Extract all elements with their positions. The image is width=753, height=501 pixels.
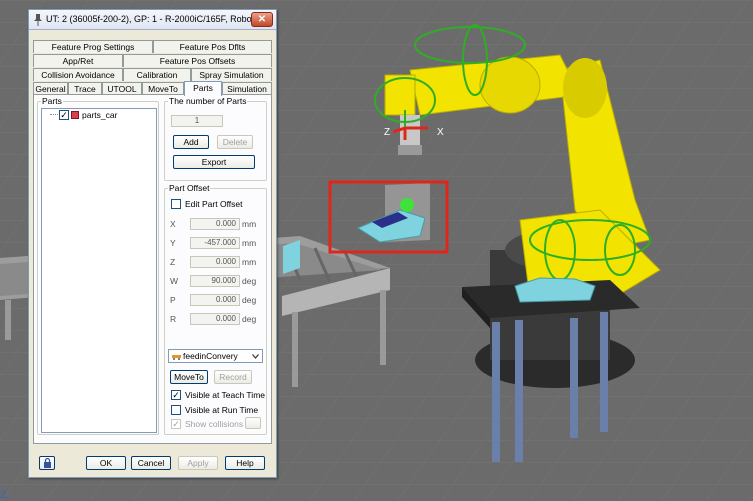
tab-spray-simulation[interactable]: Spray Simulation: [191, 68, 272, 81]
visible-teach-checkbox[interactable]: ✓: [171, 390, 181, 400]
offset-w-unit: deg: [242, 276, 257, 286]
conveyor-icon: [172, 355, 181, 360]
show-collisions-checkbox[interactable]: ✓: [171, 419, 181, 429]
axis-x-label: X: [170, 219, 176, 229]
edit-part-offset-checkbox[interactable]: [171, 199, 181, 209]
axis-r-label: R: [170, 314, 177, 324]
offset-p-field[interactable]: 0.000: [190, 294, 240, 306]
tab-row-1: Feature Prog Settings Feature Pos Dflts: [33, 40, 272, 53]
moveto-target-dropdown[interactable]: feedinConvery: [168, 349, 263, 363]
triad-x-label: X: [437, 127, 444, 138]
visible-run-checkbox[interactable]: [171, 405, 181, 415]
ok-button[interactable]: OK: [86, 456, 126, 470]
tree-item-parts-car[interactable]: parts_car: [82, 110, 117, 120]
tab-app-ret[interactable]: App/Ret: [33, 54, 123, 67]
triad-z-label: Z: [384, 127, 390, 138]
tab-feature-prog-settings[interactable]: Feature Prog Settings: [33, 40, 153, 53]
axis-p-label: P: [170, 295, 176, 305]
close-button[interactable]: ✕: [251, 12, 273, 27]
offset-w-field[interactable]: 90.000: [190, 275, 240, 287]
collisions-color-button[interactable]: [245, 417, 261, 429]
show-collisions-label: Show collisions: [185, 419, 244, 429]
parts-group-label: Parts: [41, 96, 63, 106]
axis-w-label: W: [170, 276, 179, 286]
number-of-parts-label: The number of Parts: [168, 96, 248, 106]
offset-y-unit: mm: [242, 238, 257, 248]
visible-teach-label: Visible at Teach Time: [185, 390, 266, 400]
parts-tree[interactable]: ✓ parts_car: [41, 108, 157, 433]
window-title: UT: 2 (36005f-200-2), GP: 1 - R-2000iC/1…: [46, 14, 260, 24]
tab-collision-avoidance[interactable]: Collision Avoidance: [33, 68, 123, 81]
help-button[interactable]: Help: [225, 456, 265, 470]
tab-row-3: Collision Avoidance Calibration Spray Si…: [33, 68, 272, 81]
close-icon: ✕: [257, 14, 267, 25]
offset-z-field[interactable]: 0.000: [190, 256, 240, 268]
offset-x-field[interactable]: 0.000: [190, 218, 240, 230]
chevron-down-icon: [252, 354, 259, 359]
part-properties-dialog: UT: 2 (36005f-200-2), GP: 1 - R-2000iC/1…: [28, 9, 277, 478]
parts-group: Parts ✓ parts_car: [37, 96, 159, 435]
lock-icon: [44, 458, 51, 468]
parts-car-checkbox[interactable]: ✓: [59, 110, 69, 120]
record-button[interactable]: Record: [214, 370, 252, 384]
offset-y-field[interactable]: -457.000: [190, 237, 240, 249]
moveto-target-value: feedinConvery: [183, 351, 238, 361]
part-offset-group: Part Offset Edit Part Offset X 0.000 mm …: [164, 183, 267, 435]
apply-button[interactable]: Apply: [178, 456, 218, 470]
tab-feature-pos-offsets[interactable]: Feature Pos Offsets: [123, 54, 272, 67]
export-button[interactable]: Export: [173, 155, 255, 169]
tab-calibration[interactable]: Calibration: [123, 68, 191, 81]
corner-axis-label: Z: [1, 490, 7, 500]
offset-x-unit: mm: [242, 219, 257, 229]
number-of-parts-group: The number of Parts 1 Add Delete Export: [164, 96, 267, 181]
offset-p-unit: deg: [242, 295, 257, 305]
tab-feature-pos-dflts[interactable]: Feature Pos Dflts: [153, 40, 272, 53]
part-offset-label: Part Offset: [168, 183, 211, 193]
title-bar[interactable]: UT: 2 (36005f-200-2), GP: 1 - R-2000iC/1…: [29, 10, 276, 30]
tab-row-2: App/Ret Feature Pos Offsets: [33, 54, 272, 67]
part-count-field: 1: [171, 115, 223, 127]
axis-y-label: Y: [170, 238, 176, 248]
delete-button[interactable]: Delete: [217, 135, 253, 149]
visible-run-label: Visible at Run Time: [185, 405, 259, 415]
cancel-button[interactable]: Cancel: [131, 456, 171, 470]
lock-button[interactable]: [39, 456, 55, 470]
edit-part-offset-label: Edit Part Offset: [185, 199, 243, 209]
pin-icon: [34, 14, 42, 26]
part-icon: [71, 111, 79, 119]
parts-tab-panel: Parts ✓ parts_car The number of Parts 1 …: [33, 94, 272, 444]
offset-r-unit: deg: [242, 314, 257, 324]
tab-parts[interactable]: Parts: [184, 81, 222, 96]
offset-r-field[interactable]: 0.000: [190, 313, 240, 325]
axis-z-label: Z: [170, 257, 176, 267]
add-button[interactable]: Add: [173, 135, 209, 149]
offset-z-unit: mm: [242, 257, 257, 267]
moveto-button[interactable]: MoveTo: [170, 370, 208, 384]
